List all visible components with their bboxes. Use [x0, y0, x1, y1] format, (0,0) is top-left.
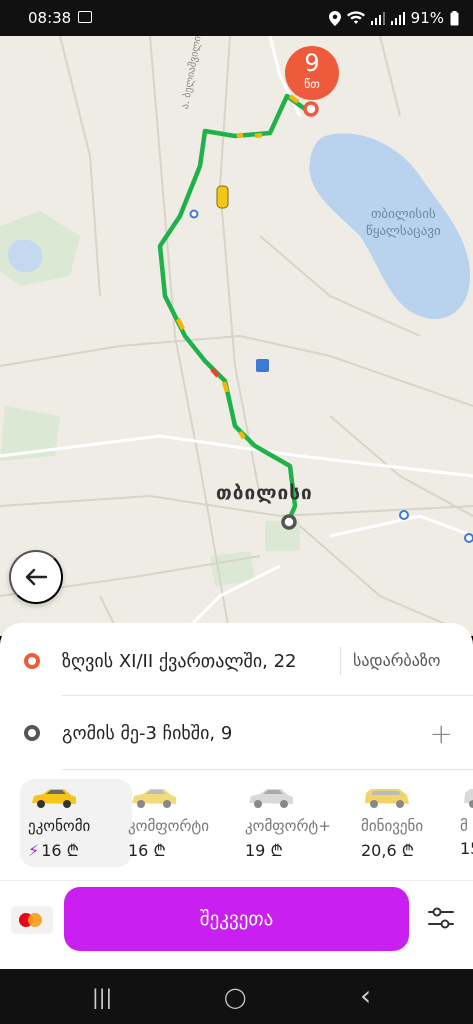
tariff-more[interactable]: მ 15 [452, 779, 473, 867]
tariff-name: ეკონომი [28, 817, 91, 835]
order-button[interactable]: შეკვეთა [64, 887, 409, 951]
eta-value: 9 [304, 49, 320, 77]
city-label: თბილისი [216, 482, 313, 504]
signal-icon [370, 11, 385, 25]
tariff-comfort-plus[interactable]: კომფორტ+ 19 ₾ [237, 779, 349, 867]
system-nav-bar: ||| ◯ ‹ [0, 969, 473, 1024]
battery-percent: 91% [410, 9, 444, 27]
tariff-list[interactable]: ეკონომი ⚡ 16 ₾ კომფორტი 16 ₾ კომფორტ+ 19 … [20, 779, 473, 869]
tariff-comfort[interactable]: კომფორტი 16 ₾ [120, 779, 232, 867]
boost-icon: ⚡ [28, 841, 40, 860]
tariff-price: 15 [460, 839, 473, 858]
sliders-icon[interactable] [426, 903, 456, 933]
mastercard-icon[interactable] [11, 906, 53, 934]
eta-unit: წთ [304, 77, 320, 91]
car-icon [249, 789, 293, 808]
recent-apps-icon[interactable]: ||| [92, 985, 112, 1009]
tariff-name: კომფორტ+ [245, 817, 331, 835]
wifi-icon [346, 11, 365, 24]
pickup-dot-icon [24, 653, 40, 669]
lake-label: თბილისის წყალსაცავი [366, 207, 441, 239]
tariff-economy[interactable]: ეკონომი ⚡ 16 ₾ [20, 779, 132, 867]
tariff-name: მ [460, 817, 468, 835]
home-icon[interactable]: ◯ [224, 985, 246, 1009]
tariff-price: 16 ₾ [128, 841, 166, 860]
pickup-address: ზღვის XI/II ქვართალში, 22 [62, 650, 297, 672]
tariff-price: 19 ₾ [245, 841, 283, 860]
car-icon [365, 789, 409, 808]
map-canvas [0, 36, 473, 636]
car-icon [132, 789, 176, 808]
status-time: 08:38 [28, 9, 72, 27]
divider [62, 769, 473, 770]
back-button[interactable] [9, 550, 63, 604]
destination-address: გომის მე-3 ჩიხში, 9 [62, 722, 233, 744]
divider [62, 695, 473, 696]
car-icon [32, 789, 76, 808]
status-bar: 08:38 91% [0, 0, 473, 36]
tariff-name: მინივენი [361, 817, 424, 835]
tariff-price: 20,6 ₾ [361, 841, 415, 860]
tariff-minivan[interactable]: მინივენი 20,6 ₾ [353, 779, 465, 867]
destination-address-row[interactable]: გომის მე-3 ჩიხში, 9 + [0, 701, 473, 765]
map-view[interactable]: ა. ბელიაშვილის ქუჩა თბილისის წყალსაცავი … [0, 36, 473, 636]
status-icons: 91% [328, 9, 459, 27]
battery-icon [450, 10, 459, 25]
pickup-address-row[interactable]: ზღვის XI/II ქვართალში, 22 სადარბაზო [0, 629, 473, 693]
plus-icon[interactable]: + [430, 717, 453, 750]
image-icon [78, 11, 92, 23]
car-icon [464, 789, 473, 808]
tariff-name: კომფორტი [128, 817, 209, 835]
eta-bubble: 9 წთ [285, 46, 339, 100]
arrow-left-icon [25, 568, 47, 586]
signal-icon [390, 11, 405, 25]
location-icon [328, 10, 341, 26]
destination-dot-icon [24, 725, 40, 741]
action-bar: შეკვეთა [0, 880, 473, 969]
entrance-link[interactable]: სადარბაზო [340, 647, 440, 675]
tariff-price: ⚡ 16 ₾ [28, 841, 80, 860]
back-nav-icon[interactable]: ‹ [360, 979, 371, 1012]
